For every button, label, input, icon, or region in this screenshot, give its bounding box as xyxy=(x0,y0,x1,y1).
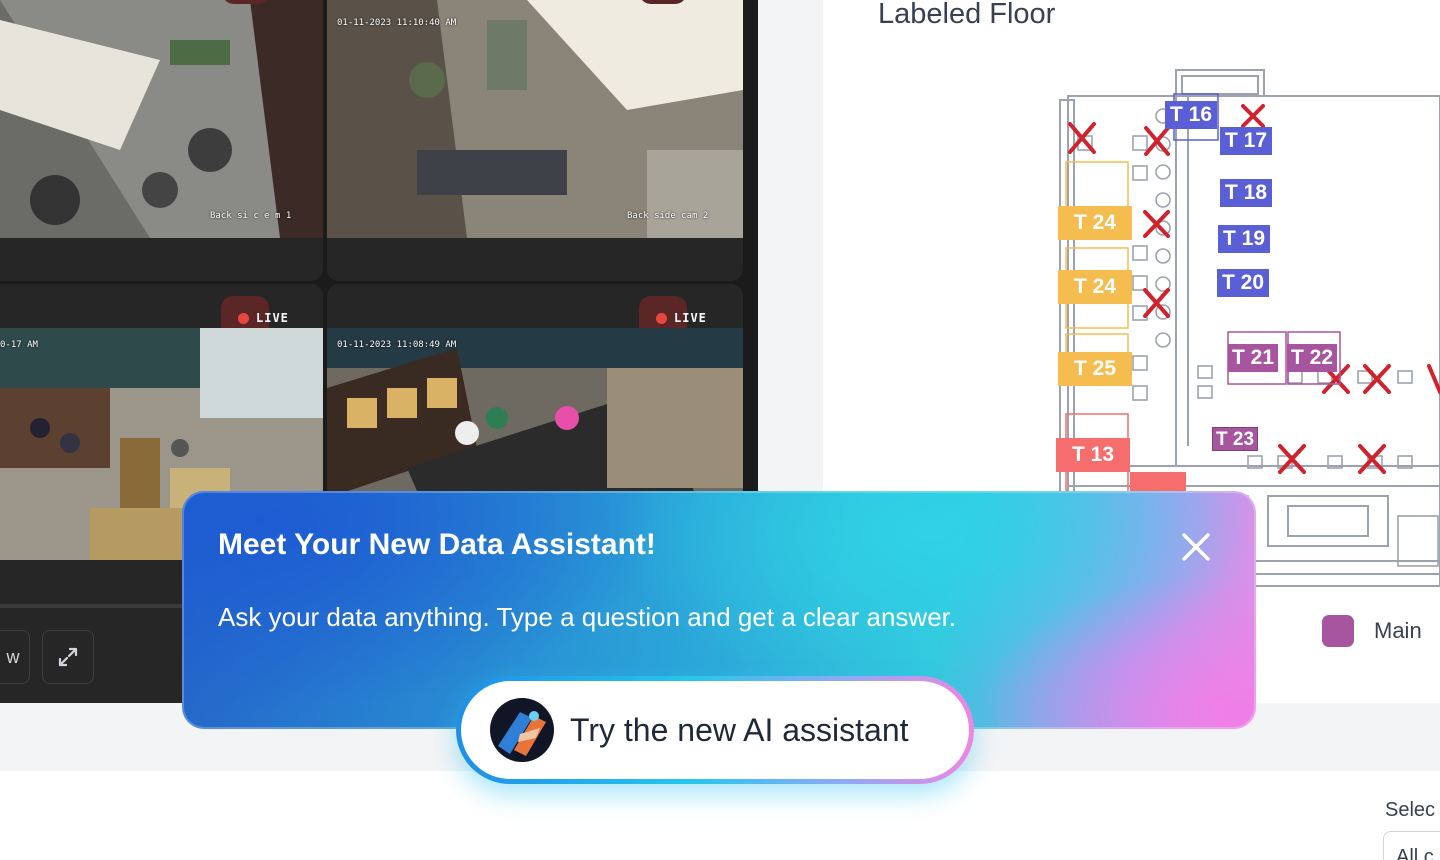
try-ai-assistant-inner: Try the new AI assistant xyxy=(461,681,969,779)
live-label: LIVE xyxy=(256,311,289,325)
camera-name: Back side cam 2 xyxy=(627,211,709,221)
live-label: LIVE xyxy=(674,311,707,325)
close-icon xyxy=(1182,533,1210,561)
camera-name: Back si c e m 1 xyxy=(210,211,292,221)
try-ai-assistant-label: Try the new AI assistant xyxy=(570,711,909,748)
camera-timestamp: 01-11-2023 11:08:49 AM xyxy=(337,340,457,350)
assistant-description: Ask your data anything. Type a question … xyxy=(218,602,957,632)
filter-label: Selec xyxy=(1385,799,1436,821)
live-indicator: LIVE xyxy=(656,311,707,325)
live-dot-icon xyxy=(656,312,667,324)
bottom-section: Selec All c xyxy=(0,771,1440,860)
filter-select[interactable]: All c xyxy=(1383,831,1440,860)
live-dot-icon xyxy=(238,312,249,324)
legend-label: Main xyxy=(1374,618,1422,643)
camera-tile[interactable]: Back si c e m 1 xyxy=(0,0,323,281)
legend-item: Main xyxy=(1322,615,1422,647)
try-ai-assistant-button[interactable]: Try the new AI assistant xyxy=(456,676,974,784)
camera-feed xyxy=(327,0,743,238)
legend-swatch xyxy=(1322,615,1354,647)
live-indicator: LIVE xyxy=(238,311,289,325)
camera-timestamp: 01-11-2023 11:10:40 AM xyxy=(337,18,457,28)
view-button-label: w xyxy=(6,646,20,667)
floor-title: Labeled Floor xyxy=(878,0,1056,30)
close-button[interactable] xyxy=(1176,527,1216,567)
view-button[interactable]: w xyxy=(0,630,30,684)
expand-icon xyxy=(58,647,78,667)
camera-timestamp: 0-17 AM xyxy=(0,340,38,350)
assistant-title: Meet Your New Data Assistant! xyxy=(218,528,656,561)
expand-button[interactable] xyxy=(42,630,94,684)
camera-tile[interactable]: 01-11-2023 11:10:40 AM Back side cam 2 xyxy=(327,0,743,281)
ai-assistant-avatar-icon xyxy=(490,698,554,762)
camera-feed xyxy=(0,0,323,238)
